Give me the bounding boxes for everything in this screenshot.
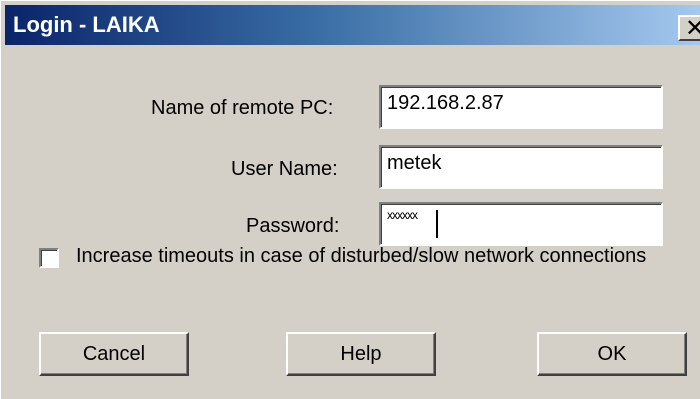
- ok-button[interactable]: OK: [537, 332, 687, 376]
- close-button[interactable]: ✕: [678, 15, 700, 41]
- close-icon: ✕: [685, 14, 700, 42]
- user-name-value: metek: [387, 152, 442, 174]
- increase-timeouts-label[interactable]: Increase timeouts in case of disturbed/s…: [76, 245, 646, 268]
- title-bar[interactable]: Login - LAIKA ✕: [5, 5, 700, 45]
- password-label: Password:: [246, 215, 340, 237]
- remote-pc-input[interactable]: 192.168.2.87: [379, 85, 663, 129]
- increase-timeouts-checkbox[interactable]: [39, 248, 59, 268]
- user-name-input[interactable]: metek: [379, 145, 663, 189]
- window-title: Login - LAIKA: [13, 12, 160, 37]
- password-masked-value: xxxxxx: [387, 208, 418, 222]
- text-caret: [436, 210, 438, 238]
- remote-pc-label: Name of remote PC:: [151, 97, 334, 119]
- cancel-button[interactable]: Cancel: [39, 332, 189, 376]
- password-input[interactable]: xxxxxx: [379, 202, 663, 246]
- help-button[interactable]: Help: [286, 332, 436, 376]
- user-name-label: User Name:: [231, 158, 338, 180]
- remote-pc-value: 192.168.2.87: [387, 92, 504, 114]
- login-dialog: Login - LAIKA ✕ Name of remote PC: 192.1…: [0, 0, 700, 399]
